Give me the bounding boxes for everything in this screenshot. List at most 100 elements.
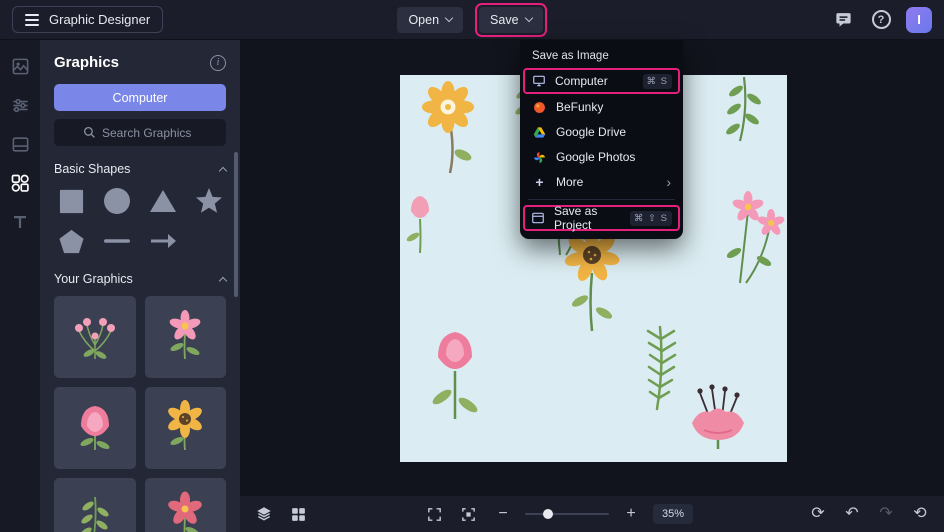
rotate-canvas-button[interactable]: ⟳: [806, 502, 830, 526]
graphics-panel: Graphics i Computer Basic Shapes: [40, 40, 240, 532]
zoom-level-badge[interactable]: 35%: [652, 504, 694, 524]
shape-circle[interactable]: [100, 186, 134, 216]
graphic-thumbnail-peony[interactable]: [54, 387, 136, 469]
fullscreen-button[interactable]: [423, 502, 447, 526]
menu-item-befunky[interactable]: BeFunky: [526, 95, 677, 119]
shape-star[interactable]: [192, 186, 226, 216]
feedback-icon: [835, 13, 851, 27]
graphic-thumbnail-yellow-flower[interactable]: [144, 387, 226, 469]
bottom-toolbar: − + 35% ⟳ ↶ ↷ ⟲: [240, 496, 944, 532]
info-icon[interactable]: i: [210, 54, 226, 71]
help-button[interactable]: ?: [868, 7, 894, 33]
minus-icon: −: [498, 505, 508, 522]
menu-item-computer[interactable]: Computer ⌘ S: [523, 68, 680, 94]
menu-item-google-photos[interactable]: Google Photos: [526, 145, 677, 169]
save-project-icon: [531, 211, 545, 225]
redo-button[interactable]: ↷: [874, 502, 898, 526]
zoom-slider[interactable]: [524, 509, 609, 519]
sliders-icon: [12, 98, 28, 112]
rail-item-graphics[interactable]: [8, 171, 32, 195]
befunky-icon: [532, 101, 547, 114]
graphics-shapes-icon: [11, 174, 29, 192]
fit-to-screen-button[interactable]: [457, 502, 481, 526]
rotate-icon: ⟳: [811, 505, 825, 522]
panel-scrollbar[interactable]: [234, 152, 238, 297]
top-bar: Graphic Designer Open Save ? I: [0, 0, 944, 40]
graphic-thumbnail-bouquet[interactable]: [54, 296, 136, 378]
graphic-thumbnail-branch[interactable]: [54, 478, 136, 532]
topbar-center-group: Open Save: [397, 2, 547, 37]
menu-item-label: Google Drive: [556, 125, 627, 139]
menu-item-label: Save as Project: [554, 204, 598, 232]
search-input[interactable]: [102, 125, 197, 140]
chevron-up-icon: [218, 276, 228, 286]
computer-source-button[interactable]: Computer: [54, 84, 226, 111]
history-button[interactable]: ⟲: [908, 502, 932, 526]
topbar-right-group: ? I: [547, 6, 932, 33]
chevron-down-icon: [524, 13, 533, 23]
rail-item-edit[interactable]: [8, 93, 32, 117]
shape-triangle[interactable]: [146, 186, 180, 216]
graphics-search-box[interactable]: [54, 119, 226, 146]
zoom-controls-group: − + 35%: [423, 502, 694, 526]
save-annotation-highlight: Save: [475, 2, 547, 37]
menu-item-label: More: [556, 175, 584, 189]
shape-line[interactable]: [100, 226, 134, 256]
your-graphics-label: Your Graphics: [54, 272, 133, 286]
rail-item-image-manager[interactable]: [8, 132, 32, 156]
graphic-thumbnail-pink-flower[interactable]: [144, 296, 226, 378]
shape-pentagon[interactable]: [54, 226, 88, 256]
open-button-label: Open: [408, 12, 440, 27]
menu-item-label: Google Photos: [556, 150, 636, 164]
image-manager-icon: [12, 136, 28, 152]
undo-icon: ↶: [845, 505, 859, 522]
text-icon: [14, 216, 26, 228]
zoom-slider-knob[interactable]: [543, 509, 554, 519]
shape-arrow[interactable]: [146, 226, 180, 256]
topbar-left-group: Graphic Designer: [12, 6, 397, 33]
layers-button[interactable]: [252, 502, 276, 526]
basic-shapes-label: Basic Shapes: [54, 162, 131, 176]
basic-shapes-grid: [54, 186, 226, 256]
google-drive-icon: [532, 126, 547, 139]
menu-item-save-as-project[interactable]: Save as Project ⌘ ⇧ S: [523, 204, 680, 232]
grid-view-button[interactable]: [286, 502, 310, 526]
menu-item-label: Computer: [555, 74, 608, 88]
app-title: Graphic Designer: [49, 12, 151, 27]
help-icon: ?: [871, 10, 891, 29]
graphic-thumbnail-red-flower[interactable]: [144, 478, 226, 532]
templates-icon: [12, 58, 28, 74]
undo-button[interactable]: ↶: [840, 502, 864, 526]
zoom-out-button[interactable]: −: [491, 502, 515, 526]
shortcut-badge: ⌘ ⇧ S: [629, 210, 672, 226]
shape-square[interactable]: [54, 186, 88, 216]
basic-shapes-section-header[interactable]: Basic Shapes: [54, 162, 228, 176]
avatar-initial: I: [917, 12, 921, 27]
save-button[interactable]: Save: [479, 6, 543, 33]
open-button[interactable]: Open: [397, 6, 464, 33]
computer-icon: [531, 74, 546, 88]
left-icon-rail: [0, 40, 40, 532]
feedback-button[interactable]: [830, 7, 856, 33]
save-dropdown-menu: Save as Image Computer ⌘ S BeFunky Googl: [520, 40, 683, 239]
your-graphics-section-header[interactable]: Your Graphics: [54, 272, 228, 286]
chevron-down-icon: [444, 13, 454, 23]
chevron-up-icon: [218, 166, 228, 176]
your-graphics-grid: [54, 296, 226, 532]
main-menu-button[interactable]: Graphic Designer: [12, 6, 164, 33]
menu-item-more[interactable]: + More ›: [526, 170, 677, 194]
menu-divider: [528, 199, 675, 200]
plus-icon: +: [626, 505, 636, 522]
history-icon: ⟲: [913, 505, 927, 522]
grid-icon: [291, 507, 305, 521]
user-avatar[interactable]: I: [906, 6, 932, 33]
menu-item-google-drive[interactable]: Google Drive: [526, 120, 677, 144]
redo-icon: ↷: [879, 505, 893, 522]
rail-item-templates[interactable]: [8, 54, 32, 78]
rail-item-text[interactable]: [8, 210, 32, 234]
fullscreen-icon: [428, 507, 442, 521]
chevron-right-icon: ›: [666, 174, 671, 190]
zoom-in-button[interactable]: +: [619, 502, 643, 526]
plus-icon: +: [535, 174, 544, 190]
bottom-left-group: [252, 502, 310, 526]
